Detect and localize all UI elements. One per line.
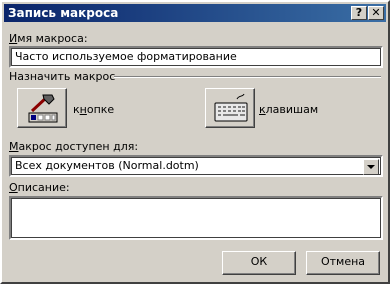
assign-to-keyboard-button[interactable] [205,88,255,128]
assign-macro-group-label: Назначить макрос [9,70,116,83]
group-separator [114,76,381,78]
assign-to-keyboard-label: клавишам [259,103,319,116]
store-macro-in-select[interactable]: Всех документов (Normal.dotm) [9,155,383,177]
assign-to-button-button[interactable] [17,88,67,128]
macro-name-label: Имя макроса: [9,32,88,45]
chevron-down-icon[interactable] [363,159,379,175]
description-textarea[interactable] [9,196,383,240]
close-button[interactable]: ✕ [368,6,384,20]
help-button[interactable]: ? [351,6,367,20]
store-macro-in-value: Всех документов (Normal.dotm) [15,159,199,172]
title-bar[interactable]: Запись макроса ? ✕ [4,4,386,22]
window-title: Запись макроса [8,6,119,20]
hammer-toolbar-icon [28,94,58,123]
store-macro-in-label: Макрос доступен для: [9,140,139,153]
macro-name-input[interactable]: Часто используемое форматирование [9,46,383,68]
record-macro-dialog: Запись макроса ? ✕ Имя макроса: Часто ис… [0,0,390,284]
keyboard-icon [214,93,248,122]
ok-button[interactable]: ОК [222,251,296,275]
cancel-button[interactable]: Отмена [306,251,380,275]
description-label: Описание: [9,181,70,194]
assign-to-button-label: кнопке [73,103,115,116]
